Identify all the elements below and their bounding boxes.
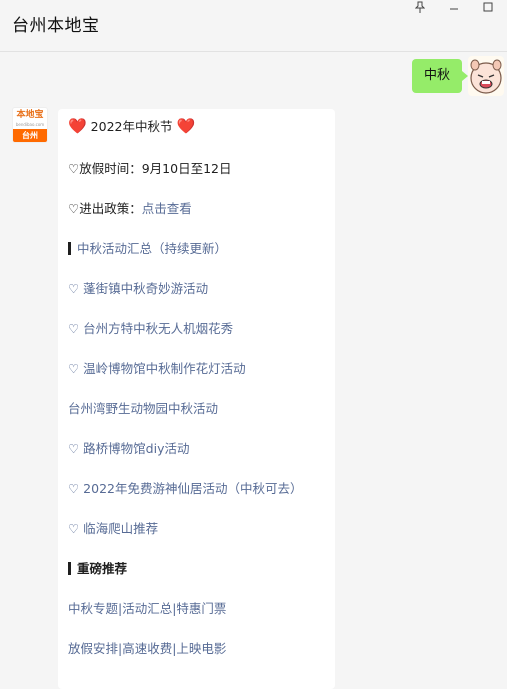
incoming-article-card: ❤️ 2022年中秋节 ❤️ ♡放假时间：9月10日至12日 ♡进出政策：点击查… [58, 109, 335, 689]
maximize-icon[interactable] [476, 0, 500, 14]
policy-row: ♡进出政策：点击查看 [68, 200, 192, 218]
activity-link[interactable]: 台州湾野生动物园中秋活动 [68, 400, 218, 418]
account-logo-text: 本地宝 [16, 110, 44, 120]
chat-title-bar: 台州本地宝 [0, 0, 507, 52]
article-title: 2022年中秋节 [90, 119, 173, 134]
activity-link[interactable]: ♡ 路桥博物馆diy活动 [68, 440, 190, 458]
holiday-label: ♡放假时间： [68, 161, 142, 176]
activity-link[interactable]: ♡ 临海爬山推荐 [68, 520, 158, 538]
account-logo-city: 台州 [13, 129, 47, 142]
outgoing-message-bubble[interactable]: 中秋 [412, 59, 469, 93]
section-heading-text: 中秋活动汇总（持续更新） [77, 241, 228, 256]
holiday-row: ♡放假时间：9月10日至12日 [68, 160, 231, 178]
activity-link[interactable]: ♡ 台州方特中秋无人机烟花秀 [68, 320, 233, 338]
heart-icon: ❤️ [68, 117, 87, 135]
pin-icon[interactable] [408, 0, 432, 14]
section-bar-icon [68, 242, 71, 255]
account-avatar[interactable]: 本地宝 bendibao.com 台州 [12, 107, 48, 143]
minimize-icon[interactable] [442, 0, 466, 14]
chat-title: 台州本地宝 [12, 16, 100, 36]
activity-link[interactable]: ♡ 温岭博物馆中秋制作花灯活动 [68, 360, 246, 378]
account-logo-subtext: bendibao.com [15, 122, 45, 127]
section-bar-icon [68, 562, 71, 575]
user-avatar[interactable] [468, 56, 504, 96]
section-heading-text: 重磅推荐 [77, 561, 128, 576]
policy-label: ♡进出政策： [68, 201, 142, 216]
section-heading-activities[interactable]: 中秋活动汇总（持续更新） [68, 240, 227, 258]
recommend-links-row-2[interactable]: 放假安排|高速收费|上映电影 [68, 640, 226, 658]
activity-link[interactable]: ♡ 2022年免费游神仙居活动（中秋可去） [68, 480, 303, 498]
policy-link[interactable]: 点击查看 [142, 201, 192, 216]
section-heading-recommend: 重磅推荐 [68, 560, 127, 578]
recommend-links-row-1[interactable]: 中秋专题|活动汇总|特惠门票 [68, 600, 226, 618]
activity-link[interactable]: ♡ 蓬街镇中秋奇妙游活动 [68, 280, 208, 298]
article-title-row: ❤️ 2022年中秋节 ❤️ [68, 117, 195, 136]
holiday-value: 9月10日至12日 [141, 161, 232, 176]
heart-icon: ❤️ [176, 117, 196, 135]
